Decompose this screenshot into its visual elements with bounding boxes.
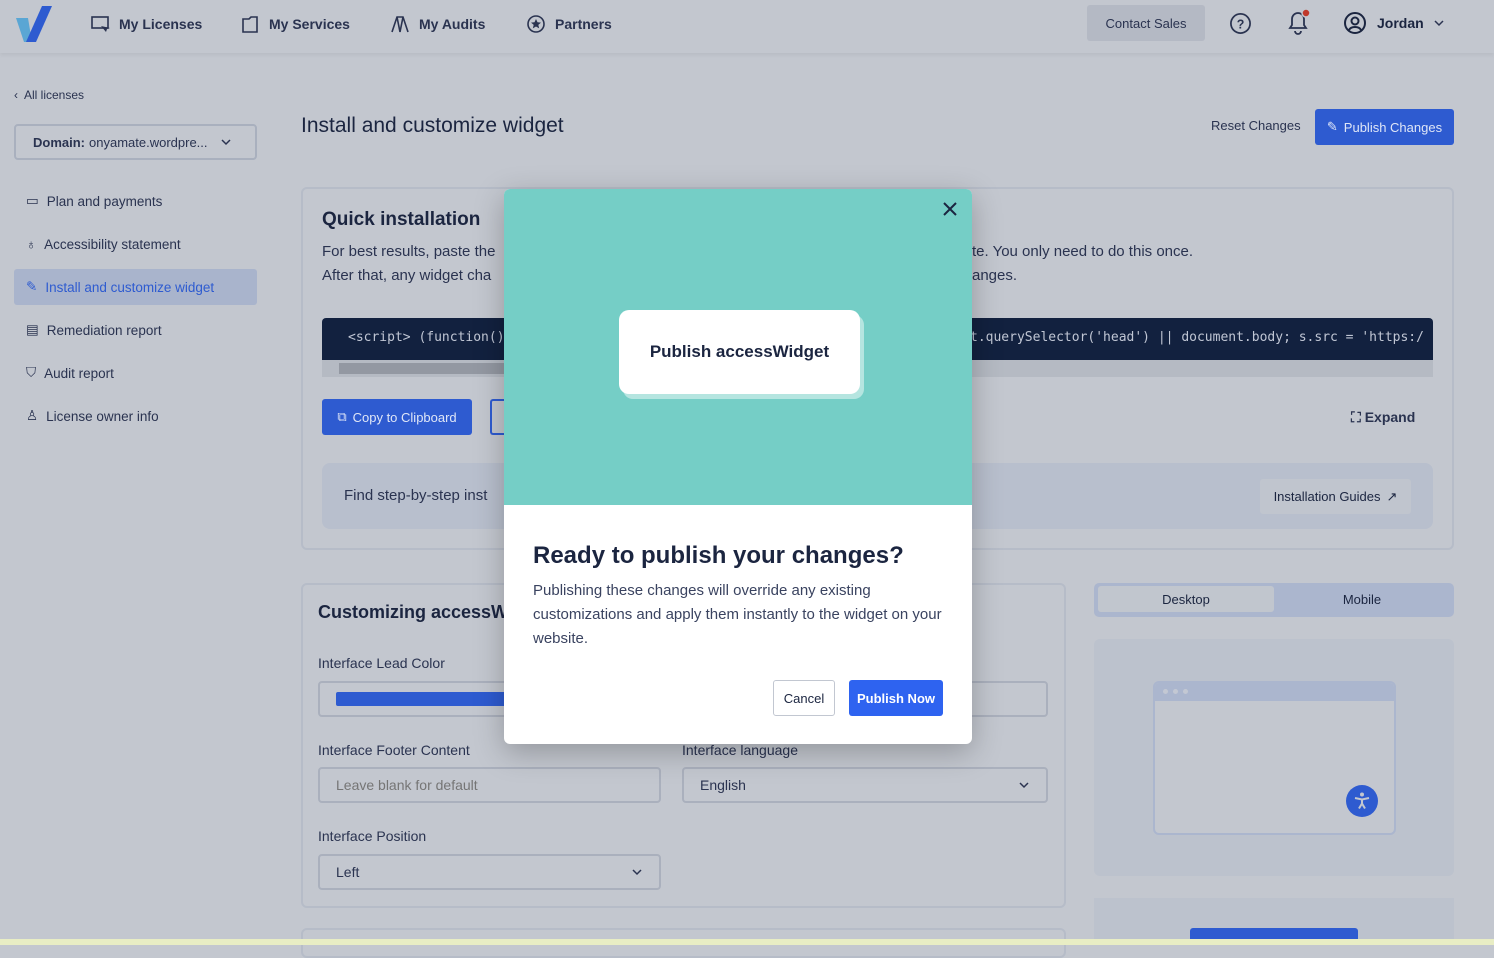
sidebar-item-label: License owner info xyxy=(46,408,159,424)
user-icon: ♙ xyxy=(26,408,39,423)
cancel-button[interactable]: Cancel xyxy=(773,680,835,716)
browser-mockup xyxy=(1153,681,1396,835)
bottom-strip xyxy=(0,939,1494,945)
copy-to-clipboard-button[interactable]: ⧉ Copy to Clipboard xyxy=(322,399,472,435)
quick-installation-title: Quick installation xyxy=(322,209,481,230)
back-label: All licenses xyxy=(24,88,85,102)
sidebar-menu: ▭ Plan and payments ♁ Accessibility statem… xyxy=(14,183,257,441)
nav-my-services[interactable]: My Services xyxy=(240,14,350,34)
top-nav: My Licenses My Services My Audits Partne… xyxy=(0,0,1494,53)
pencil-icon: ✎ xyxy=(26,279,38,294)
modal-body: Publishing these changes will override a… xyxy=(533,582,942,647)
sidebar-item-label: Accessibility statement xyxy=(44,236,181,252)
report-icon: ▤ xyxy=(26,322,39,337)
accessibility-icon[interactable] xyxy=(1346,785,1378,817)
star-icon xyxy=(527,15,545,33)
nav-partners[interactable]: Partners xyxy=(526,14,612,34)
license-icon xyxy=(91,16,110,32)
domain-label: Domain: xyxy=(33,134,85,150)
domain-select[interactable]: Domain: onyamate.wordpre... xyxy=(14,124,257,160)
chevron-down-icon xyxy=(220,139,231,146)
notification-bell-icon[interactable] xyxy=(1285,8,1311,36)
guides-label: Installation Guides xyxy=(1273,489,1381,504)
pencil-icon: ✎ xyxy=(1326,119,1338,134)
installation-guides-button[interactable]: Installation Guides ↗ xyxy=(1260,479,1411,514)
page-title: Install and customize widget xyxy=(301,114,564,137)
language-select[interactable]: English xyxy=(682,767,1048,803)
chevron-down-icon[interactable] xyxy=(1433,17,1445,29)
sidebar-item-label: Audit report xyxy=(44,365,114,381)
user-name[interactable]: Jordan xyxy=(1377,15,1424,31)
instructions-text: anges. xyxy=(972,267,1018,284)
preview-device-toggle: Desktop Mobile xyxy=(1094,583,1454,617)
nav-label: My Services xyxy=(269,16,350,32)
nav-label: My Licenses xyxy=(119,16,203,32)
sidebar-item-label: Remediation report xyxy=(46,322,162,338)
instructions-text: For best results, paste the xyxy=(322,243,496,260)
close-icon[interactable] xyxy=(940,199,960,219)
award-icon: ♁ xyxy=(26,236,37,252)
language-value: English xyxy=(700,777,746,793)
reset-changes-button[interactable]: Reset Changes xyxy=(1211,118,1301,133)
sidebar-item-label: Plan and payments xyxy=(46,193,163,209)
customize-title: Customizing accessWi xyxy=(318,602,513,622)
expand-label: Expand xyxy=(1364,409,1416,425)
back-link[interactable]: ‹ All licenses xyxy=(14,88,84,102)
publish-now-button[interactable]: Publish Now xyxy=(849,680,943,716)
position-label: Interface Position xyxy=(318,828,427,844)
modal-title: Ready to publish your changes? xyxy=(533,542,904,569)
instructions-text: te. You only need to do this once. xyxy=(972,243,1194,260)
logo-icon[interactable] xyxy=(16,6,54,42)
expand-button[interactable]: ⛶ Expand xyxy=(1351,409,1415,426)
position-select[interactable]: Left xyxy=(318,854,661,890)
sidebar-item-statement[interactable]: ♁ Accessibility statement xyxy=(14,226,257,262)
contact-sales-button[interactable]: Contact Sales xyxy=(1087,5,1205,41)
publish-changes-button[interactable]: ✎ Publish Changes xyxy=(1315,109,1454,145)
svg-text:?: ? xyxy=(1237,17,1245,31)
briefcase-icon: ▭ xyxy=(26,193,39,208)
user-avatar-icon[interactable] xyxy=(1343,11,1367,35)
code-text: t.querySelector('head') || document.body… xyxy=(970,330,1424,345)
copy-icon: ⧉ xyxy=(337,409,347,424)
nav-my-licenses[interactable]: My Licenses xyxy=(90,14,202,34)
modal-hero: Publish accessWidget xyxy=(504,189,972,505)
audits-icon xyxy=(391,16,409,33)
sidebar-item-audit[interactable]: ⛉ Audit report xyxy=(14,355,257,391)
help-icon[interactable]: ? xyxy=(1229,12,1252,35)
domain-value: onyamate.wordpre... xyxy=(89,134,208,150)
sidebar-item-install[interactable]: ✎ Install and customize widget xyxy=(14,269,257,305)
publish-label: Publish Changes xyxy=(1343,119,1443,135)
publish-widget-badge: Publish accessWidget xyxy=(619,310,860,394)
chevron-down-icon xyxy=(632,869,642,876)
footer-content-label: Interface Footer Content xyxy=(318,742,470,758)
services-icon xyxy=(242,16,258,33)
nav-label: My Audits xyxy=(419,16,486,32)
nav-my-audits[interactable]: My Audits xyxy=(390,14,485,34)
tab-desktop[interactable]: Desktop xyxy=(1098,586,1274,612)
publish-confirm-modal: Publish accessWidget Ready to publish yo… xyxy=(504,189,972,744)
sidebar-item-plan[interactable]: ▭ Plan and payments xyxy=(14,183,257,219)
external-link-icon: ↗ xyxy=(1386,488,1398,504)
instructions-text: After that, any widget cha xyxy=(322,267,492,284)
sidebar-item-label: Install and customize widget xyxy=(45,279,215,295)
language-label: Interface language xyxy=(682,742,798,758)
preview-footer xyxy=(1094,898,1454,945)
sidebar-item-remediation[interactable]: ▤ Remediation report xyxy=(14,312,257,348)
position-value: Left xyxy=(336,864,360,880)
chevron-left-icon: ‹ xyxy=(14,88,18,102)
footer-content-input[interactable] xyxy=(318,767,661,803)
expand-icon: ⛶ xyxy=(1351,409,1365,425)
lead-color-label: Interface Lead Color xyxy=(318,655,445,671)
tab-mobile[interactable]: Mobile xyxy=(1274,586,1450,612)
nav-label: Partners xyxy=(555,16,612,32)
chevron-down-icon xyxy=(1019,782,1029,789)
guides-text: Find step-by-step inst xyxy=(344,487,488,504)
widget-preview xyxy=(1094,639,1454,876)
sidebar-item-owner[interactable]: ♙ License owner info xyxy=(14,398,257,434)
code-text: <script> (function() xyxy=(348,330,505,345)
shield-icon: ⛉ xyxy=(26,365,37,380)
copy-label: Copy to Clipboard xyxy=(352,409,457,425)
